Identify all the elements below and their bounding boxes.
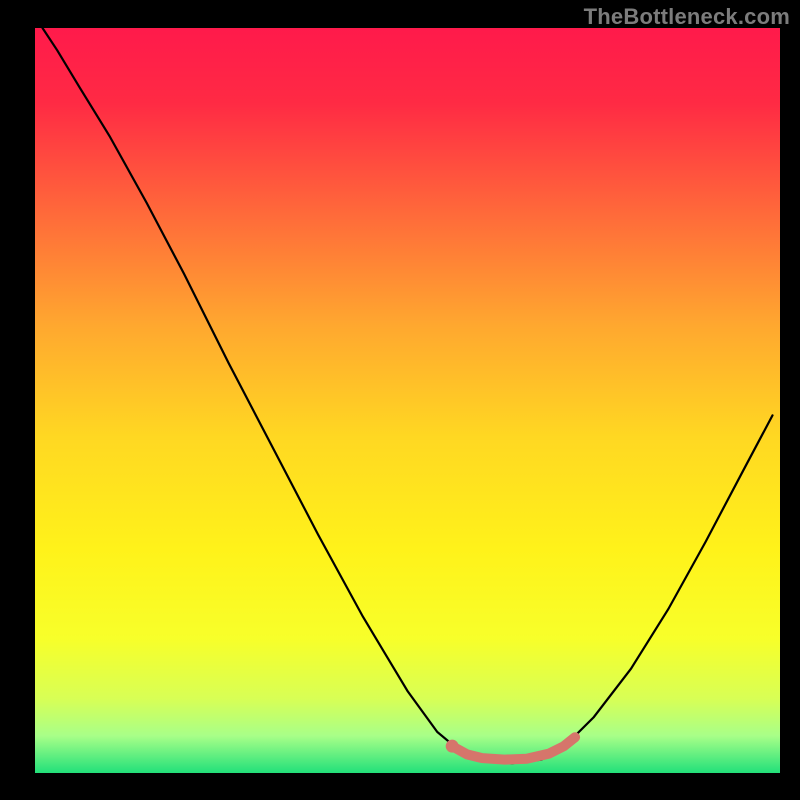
chart-svg (0, 0, 800, 800)
watermark-text: TheBottleneck.com (584, 4, 790, 30)
plot-background (35, 28, 780, 773)
highlight-start-dot (446, 740, 459, 753)
chart-frame: TheBottleneck.com (0, 0, 800, 800)
